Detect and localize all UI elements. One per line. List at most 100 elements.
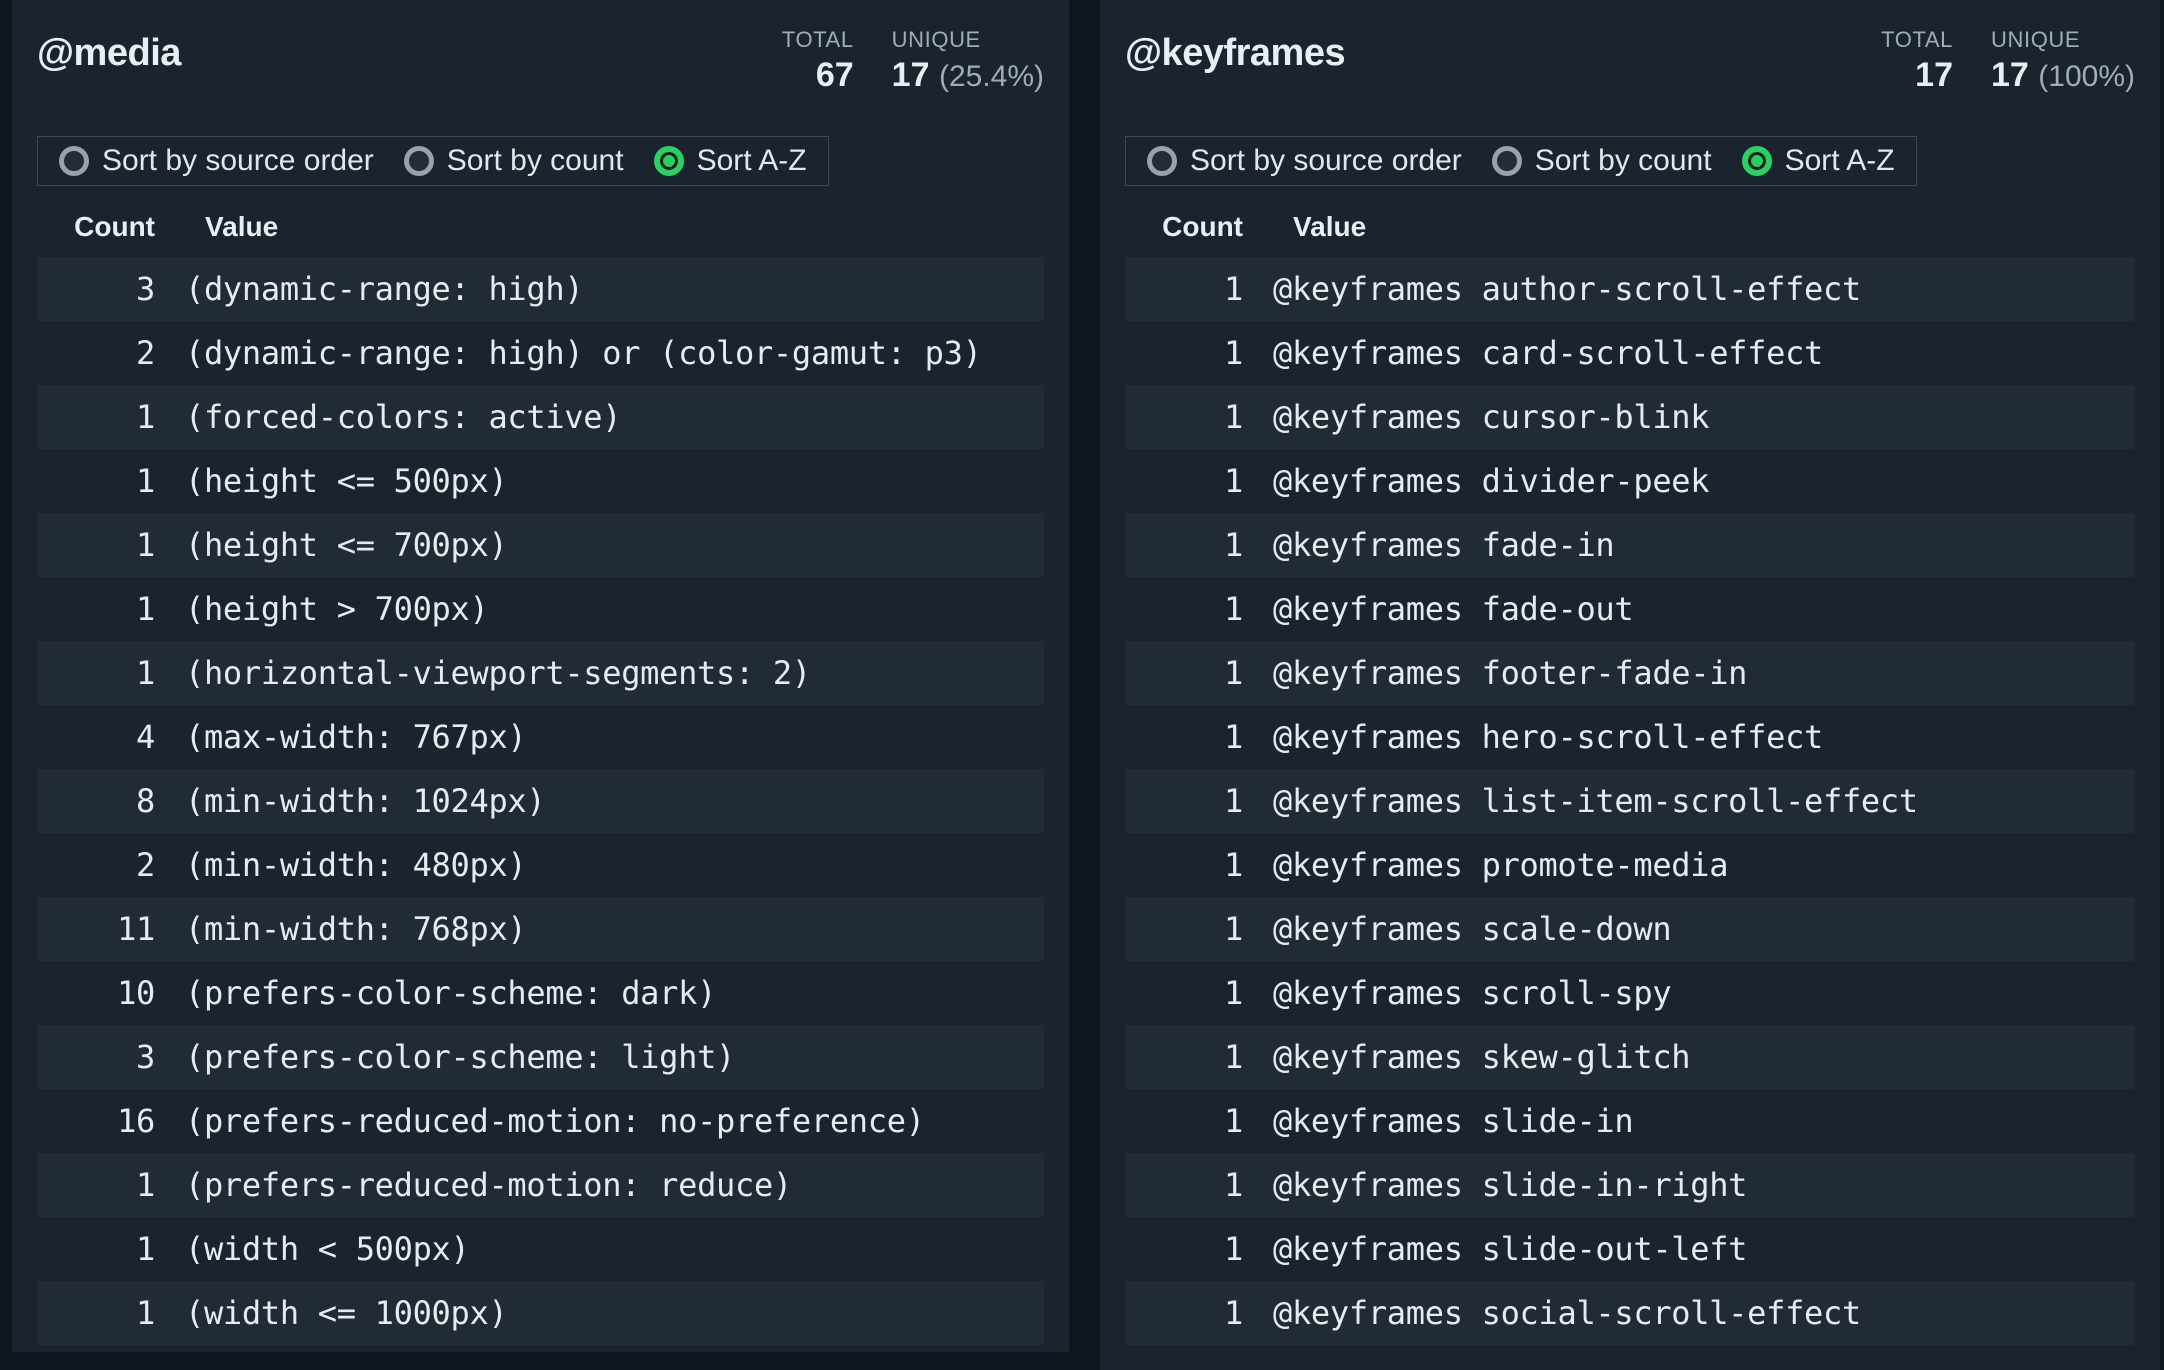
radio-icon[interactable]: [1147, 146, 1177, 176]
unique-stat: UNIQUE 17 (100%): [1991, 26, 2135, 96]
row-value: @keyframes fade-in: [1243, 526, 1614, 564]
row-value: (height <= 700px): [155, 526, 507, 564]
row-value: (prefers-reduced-motion: no-preference): [155, 1102, 925, 1140]
media-panel: @media TOTAL 67 UNIQUE 17 (25.4%) Sort b…: [12, 0, 1069, 1352]
keyframes-table: Count Value 1@keyframes author-scroll-ef…: [1125, 197, 2135, 1345]
total-stat: TOTAL 67: [782, 26, 854, 96]
row-value: @keyframes author-scroll-effect: [1243, 270, 1861, 308]
row-count: 1: [1125, 270, 1243, 308]
table-row: 1@keyframes footer-fade-in: [1125, 641, 2135, 705]
row-value: (min-width: 480px): [155, 846, 526, 884]
sort-option-label: Sort by count: [447, 146, 624, 176]
table-row: 2(dynamic-range: high) or (color-gamut: …: [37, 321, 1044, 385]
table-row: 3(dynamic-range: high): [37, 257, 1044, 321]
row-value: @keyframes slide-out-left: [1243, 1230, 1747, 1268]
row-count: 1: [1125, 782, 1243, 820]
row-count: 1: [1125, 1230, 1243, 1268]
row-value: @keyframes footer-fade-in: [1243, 654, 1747, 692]
row-value: (dynamic-range: high) or (color-gamut: p…: [155, 334, 982, 372]
row-value: (max-width: 767px): [155, 718, 526, 756]
row-count: 1: [1125, 334, 1243, 372]
table-row: 10(prefers-color-scheme: dark): [37, 961, 1044, 1025]
count-column-header: Count: [1125, 211, 1243, 243]
row-value: (width < 500px): [155, 1230, 470, 1268]
unique-value: 17 (100%): [1991, 54, 2135, 97]
sort-a-z-radio[interactable]: Sort A-Z: [1742, 146, 1895, 176]
table-row: 4(max-width: 767px): [37, 705, 1044, 769]
total-value: 17: [1881, 54, 1953, 97]
sort-control: Sort by source order Sort by count Sort …: [1125, 136, 1917, 186]
row-count: 1: [1125, 590, 1243, 628]
row-count: 1: [1125, 462, 1243, 500]
row-value: @keyframes list-item-scroll-effect: [1243, 782, 1918, 820]
row-count: 16: [37, 1102, 155, 1140]
table-body: 3(dynamic-range: high)2(dynamic-range: h…: [37, 257, 1044, 1345]
row-value: (forced-colors: active): [155, 398, 621, 436]
row-count: 10: [37, 974, 155, 1012]
row-count: 3: [37, 1038, 155, 1076]
unique-label: UNIQUE: [1991, 26, 2135, 54]
row-count: 1: [37, 654, 155, 692]
row-count: 1: [37, 398, 155, 436]
sort-option-label: Sort by source order: [1190, 146, 1462, 176]
total-stat: TOTAL 17: [1881, 26, 1953, 96]
row-count: 1: [1125, 718, 1243, 756]
row-count: 11: [37, 910, 155, 948]
table-row: 1(forced-colors: active): [37, 385, 1044, 449]
row-value: (height <= 500px): [155, 462, 507, 500]
unique-label: UNIQUE: [892, 26, 1044, 54]
radio-icon[interactable]: [654, 146, 684, 176]
row-value: @keyframes cursor-blink: [1243, 398, 1709, 436]
total-value: 67: [782, 54, 854, 97]
table-row: 1(horizontal-viewport-segments: 2): [37, 641, 1044, 705]
value-column-header: Value: [1243, 211, 1366, 243]
table-row: 1@keyframes slide-out-left: [1125, 1217, 2135, 1281]
table-row: 1@keyframes card-scroll-effect: [1125, 321, 2135, 385]
table-row: 1@keyframes fade-out: [1125, 577, 2135, 641]
table-row: 1@keyframes slide-in-right: [1125, 1153, 2135, 1217]
row-value: @keyframes scale-down: [1243, 910, 1671, 948]
page-title: @keyframes: [1125, 26, 1345, 76]
table-row: 1@keyframes skew-glitch: [1125, 1025, 2135, 1089]
table-row: 1(width <= 1000px): [37, 1281, 1044, 1345]
sort-by-count-radio[interactable]: Sort by count: [404, 146, 624, 176]
sort-by-count-radio[interactable]: Sort by count: [1492, 146, 1712, 176]
table-row: 8(min-width: 1024px): [37, 769, 1044, 833]
radio-icon[interactable]: [59, 146, 89, 176]
table-row: 1@keyframes divider-peek: [1125, 449, 2135, 513]
table-row: 1(height <= 500px): [37, 449, 1044, 513]
media-stats: TOTAL 67 UNIQUE 17 (25.4%): [782, 26, 1044, 96]
table-row: 1@keyframes scale-down: [1125, 897, 2135, 961]
sort-a-z-radio[interactable]: Sort A-Z: [654, 146, 807, 176]
sort-option-label: Sort by source order: [102, 146, 374, 176]
row-count: 1: [37, 462, 155, 500]
row-value: @keyframes fade-out: [1243, 590, 1633, 628]
table-row: 16(prefers-reduced-motion: no-preference…: [37, 1089, 1044, 1153]
unique-count: 17: [892, 56, 930, 94]
sort-option-label: Sort A-Z: [1785, 146, 1895, 176]
row-count: 3: [37, 270, 155, 308]
row-value: (prefers-color-scheme: light): [155, 1038, 735, 1076]
row-count: 4: [37, 718, 155, 756]
radio-icon[interactable]: [1742, 146, 1772, 176]
sort-option-label: Sort A-Z: [697, 146, 807, 176]
table-header-row: Count Value: [37, 197, 1044, 257]
row-value: @keyframes skew-glitch: [1243, 1038, 1690, 1076]
table-row: 1(width < 500px): [37, 1217, 1044, 1281]
unique-percentage: (25.4%): [939, 60, 1044, 93]
row-value: @keyframes scroll-spy: [1243, 974, 1671, 1012]
row-value: @keyframes card-scroll-effect: [1243, 334, 1823, 372]
row-value: @keyframes promote-media: [1243, 846, 1728, 884]
sort-by-source-order-radio[interactable]: Sort by source order: [59, 146, 374, 176]
sort-by-source-order-radio[interactable]: Sort by source order: [1147, 146, 1462, 176]
row-count: 1: [1125, 398, 1243, 436]
row-value: (horizontal-viewport-segments: 2): [155, 654, 811, 692]
radio-icon[interactable]: [1492, 146, 1522, 176]
radio-icon[interactable]: [404, 146, 434, 176]
table-row: 2(min-width: 480px): [37, 833, 1044, 897]
row-value: @keyframes social-scroll-effect: [1243, 1294, 1861, 1332]
table-row: 1@keyframes slide-in: [1125, 1089, 2135, 1153]
sort-control: Sort by source order Sort by count Sort …: [37, 136, 829, 186]
keyframes-panel: @keyframes TOTAL 17 UNIQUE 17 (100%) Sor…: [1100, 0, 2160, 1370]
row-count: 1: [37, 590, 155, 628]
